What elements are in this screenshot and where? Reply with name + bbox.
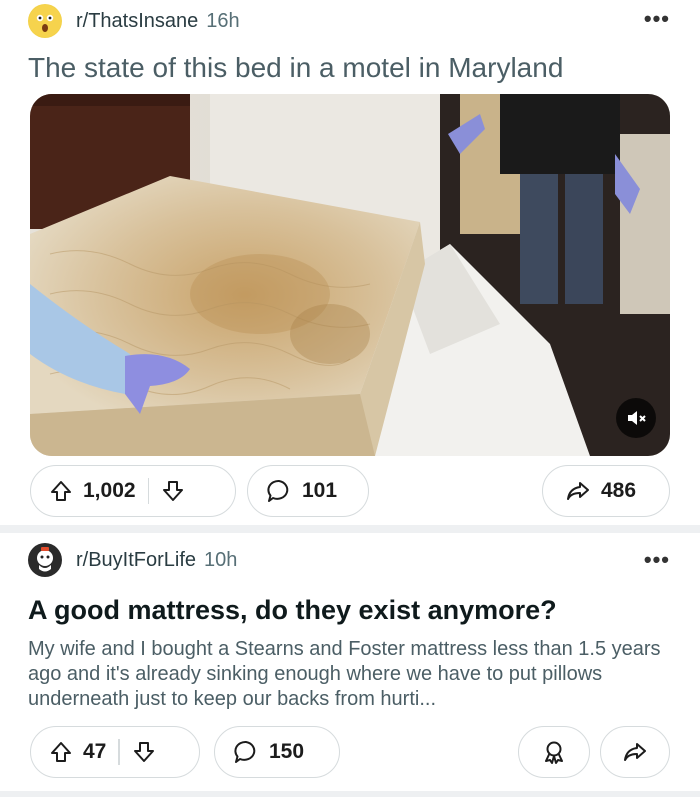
post-card-buyitforlife[interactable]: r/BuyItForLife 10h ••• A good mattress, … <box>0 533 700 791</box>
vote-pill: 1,002 <box>30 465 236 517</box>
comments-button[interactable]: 150 <box>214 726 340 778</box>
comment-count: 101 <box>302 479 338 502</box>
share-count: 486 <box>601 479 637 502</box>
post-title[interactable]: The state of this bed in a motel in Mary… <box>28 52 563 84</box>
downvote-icon <box>163 481 184 501</box>
award-icon <box>545 741 563 764</box>
bed-scene-image <box>30 94 670 456</box>
downvote-icon <box>133 742 154 762</box>
post-header: r/ThatsInsane 16h <box>28 4 240 38</box>
post-time: 10h <box>204 548 238 571</box>
subreddit-name[interactable]: r/ThatsInsane <box>76 10 198 33</box>
more-options-button[interactable]: ••• <box>644 547 670 573</box>
feed-divider <box>0 791 700 797</box>
upvote-icon <box>51 481 71 501</box>
downvote-button[interactable] <box>161 479 185 503</box>
upvote-count: 1,002 <box>83 479 136 502</box>
more-options-button[interactable]: ••• <box>644 6 670 32</box>
feed-divider <box>0 525 700 533</box>
subreddit-name[interactable]: r/BuyItForLife <box>76 549 196 572</box>
upvote-count: 47 <box>83 740 107 763</box>
vote-pill: 47 <box>30 726 200 778</box>
comment-icon <box>234 741 256 763</box>
comments-button[interactable]: 101 <box>247 465 369 517</box>
upvote-icon <box>51 742 71 762</box>
upvote-button[interactable]: 1,002 <box>49 479 136 503</box>
post-video[interactable] <box>30 94 670 456</box>
upvote-button[interactable]: 47 <box>49 740 106 764</box>
comment-icon <box>267 480 289 502</box>
post-card-thatsinsane[interactable]: r/ThatsInsane 16h ••• The state of this … <box>0 0 700 525</box>
share-button[interactable]: 486 <box>542 465 670 517</box>
mute-button[interactable] <box>616 398 656 438</box>
mute-icon <box>628 411 646 425</box>
subreddit-avatar[interactable] <box>28 4 62 38</box>
subreddit-avatar[interactable] <box>28 543 62 577</box>
comment-count: 150 <box>269 740 305 763</box>
post-time: 16h <box>206 9 240 32</box>
share-icon <box>567 482 589 500</box>
award-button[interactable] <box>518 726 590 778</box>
post-title[interactable]: A good mattress, do they exist anymore? <box>28 595 557 626</box>
share-icon <box>624 743 646 761</box>
share-button[interactable] <box>600 726 670 778</box>
post-body[interactable]: My wife and I bought a Stearns and Foste… <box>28 637 678 712</box>
downvote-button[interactable] <box>132 740 156 764</box>
post-header: r/BuyItForLife 10h <box>28 543 237 577</box>
